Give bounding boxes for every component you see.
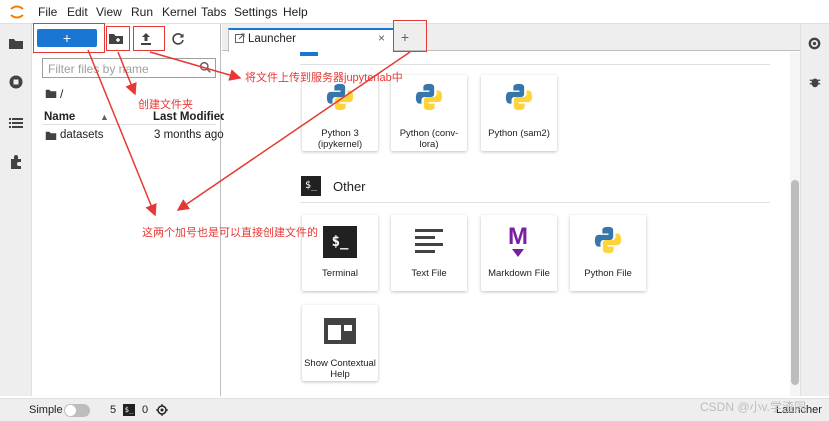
section-title-other: Other	[333, 179, 366, 194]
annotation-box-upload	[133, 26, 165, 51]
scrollbar-thumb[interactable]	[791, 180, 799, 385]
watermark: CSDN @小v.学渣同	[700, 400, 806, 414]
close-tab-icon[interactable]: ×	[378, 31, 385, 45]
card-label: Python File	[584, 268, 632, 279]
file-row-name[interactable]: datasets	[60, 129, 103, 141]
column-name-header[interactable]: Name	[44, 111, 75, 123]
folder-icon[interactable]	[8, 36, 24, 52]
table-of-contents-icon[interactable]	[8, 115, 24, 131]
property-inspector-icon[interactable]	[807, 36, 822, 51]
card-label: Python (conv-lora)	[399, 128, 459, 150]
breadcrumb-folder-icon[interactable]	[45, 88, 57, 99]
section-divider	[300, 64, 770, 65]
menu-kernel[interactable]: Kernel	[162, 5, 197, 19]
tab-launcher-label: Launcher	[248, 33, 296, 45]
terminal-status-icon: $_	[123, 404, 135, 416]
file-row-modified: 3 months ago	[154, 129, 224, 141]
card-label: Show Contextual Help	[304, 358, 376, 380]
search-icon	[199, 61, 211, 73]
running-icon[interactable]	[8, 74, 24, 90]
annotation-new-folder-note: 创建文件夹	[138, 99, 193, 111]
menu-file[interactable]: File	[38, 5, 57, 19]
python-icon	[326, 83, 354, 111]
column-modified-header[interactable]: Last Modified	[153, 111, 227, 123]
launcher-tab-icon	[235, 33, 245, 43]
menu-run[interactable]: Run	[131, 5, 153, 19]
terminal-icon: $_	[323, 226, 357, 258]
debugger-icon[interactable]	[808, 75, 822, 89]
markdown-icon: M	[508, 223, 528, 257]
python-icon	[415, 83, 443, 111]
extensions-icon[interactable]	[8, 154, 24, 170]
notebook-section-icon	[300, 52, 318, 56]
menu-view[interactable]: View	[96, 5, 122, 19]
annotation-upload-note: 将文件上传到服务器jupyterlab中	[245, 72, 403, 84]
text-file-icon	[415, 229, 443, 253]
section-divider	[300, 202, 770, 203]
jupyter-logo-icon	[10, 5, 24, 19]
file-filter-placeholder: Filter files by name	[48, 62, 149, 76]
menu-settings[interactable]: Settings	[234, 5, 277, 19]
refresh-icon[interactable]	[170, 31, 186, 47]
card-label: Markdown File	[488, 268, 550, 279]
simple-mode-label: Simple	[29, 404, 63, 416]
card-label: Python 3 (ipykernel)	[317, 128, 363, 150]
card-label: Text File	[411, 268, 447, 279]
python-icon	[594, 226, 622, 254]
folder-icon	[45, 131, 57, 140]
card-label: Terminal	[322, 268, 358, 279]
simple-mode-toggle[interactable]	[64, 404, 90, 417]
contextual-help-icon	[324, 318, 356, 344]
sort-up-icon: ▲	[100, 112, 109, 122]
terminal-section-icon: $_	[301, 176, 321, 196]
menu-edit[interactable]: Edit	[67, 5, 88, 19]
card-label: Python (sam2)	[488, 128, 550, 139]
menu-help[interactable]: Help	[283, 5, 308, 19]
python-icon	[505, 83, 533, 111]
annotation-box-add-tab	[393, 20, 427, 52]
annotation-plus-note: 这两个加号也是可以直接创建文件的	[142, 227, 318, 239]
annotation-box-new-button	[33, 23, 105, 53]
menu-tabs[interactable]: Tabs	[201, 5, 226, 19]
kernels-count[interactable]: 5	[110, 404, 116, 416]
breadcrumb[interactable]: /	[60, 87, 63, 101]
column-header-divider	[42, 124, 216, 125]
svg-text:M: M	[508, 223, 528, 250]
kernel-usage-icon[interactable]	[156, 404, 168, 416]
annotation-box-new-folder	[106, 26, 130, 51]
terminals-count[interactable]: 0	[142, 404, 148, 416]
file-browser-panel	[33, 24, 221, 396]
